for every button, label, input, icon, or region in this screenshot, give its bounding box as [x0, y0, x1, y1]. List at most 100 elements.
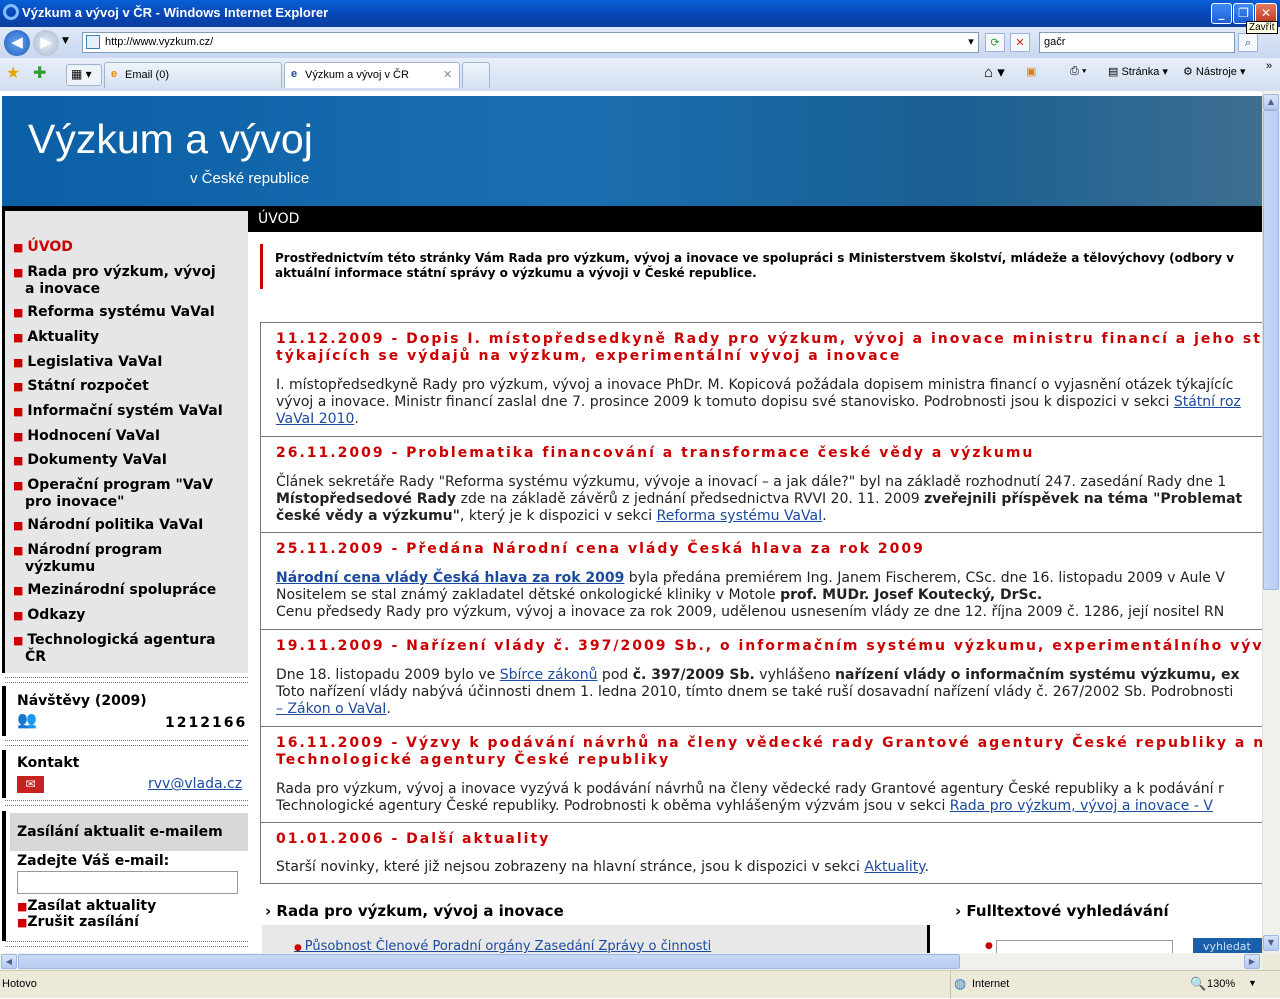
zoom-dropdown-icon[interactable]: ▼	[1248, 978, 1257, 988]
home-icon[interactable]: ⌂ ▾	[984, 63, 1005, 81]
news-link[interactable]: Rada pro výzkum, vývoj a inovace - V	[950, 798, 1213, 814]
address-dropdown-icon[interactable]: ▾	[961, 33, 981, 52]
news-link[interactable]: Sbírce zákonů	[500, 667, 598, 683]
tab-vyzkum[interactable]: e Výzkum a vývoj v ČR ✕	[284, 62, 460, 88]
page-icon	[86, 35, 100, 49]
scroll-down-icon[interactable]: ▼	[1263, 935, 1279, 951]
nav-item-operacni-program[interactable]: ■ Operační program "VaV pro inovace"	[13, 477, 213, 511]
zoom-level[interactable]: 130%	[1207, 978, 1235, 990]
search-input[interactable]: gačr	[1039, 32, 1235, 53]
fulltext-search-button[interactable]: vyhledat	[1193, 938, 1262, 953]
rada-links-label: Působnost Členové Poradní orgány Zasedán…	[304, 939, 712, 954]
nav-item-reforma[interactable]: ■ Reforma systému VaVaI	[13, 304, 215, 321]
nav-item-rozpocet[interactable]: ■ Státní rozpočet	[13, 378, 149, 395]
minimize-button[interactable]: _	[1211, 3, 1232, 24]
nav-label: Národní politika VaVaI	[27, 517, 204, 533]
divider	[5, 941, 248, 947]
nav-item-hodnoceni[interactable]: ■ Hodnocení VaVaI	[13, 428, 160, 445]
news-item: 25.11.2009 - Předána Národní cena vlády …	[261, 532, 1262, 628]
news-title[interactable]: 26.11.2009 - Problematika financování a …	[276, 445, 1034, 462]
news-title-line: Technologické agentury České republiky	[276, 752, 671, 768]
favorites-star-icon[interactable]: ★	[6, 63, 20, 82]
news-text: nařízení vlády o informačním systému výz…	[835, 667, 1240, 683]
new-tab-button[interactable]	[462, 62, 490, 88]
page-menu[interactable]: ▤ Stránka ▾	[1108, 65, 1168, 78]
back-button[interactable]: ◀	[4, 30, 30, 56]
left-navigation: ■ ÚVOD ■ Rada pro výzkum, vývoj a inovace ■…	[2, 211, 248, 673]
chevron-more-icon[interactable]: »	[1266, 60, 1272, 72]
visits-count: 1212166	[165, 715, 248, 731]
nav-item-mezinarodni[interactable]: ■ Mezinárodní spolupráce	[13, 582, 216, 599]
nav-item-dokumenty[interactable]: ■ Dokumenty VaVaI	[13, 452, 167, 469]
tools-menu[interactable]: ⚙ Nástroje ▾	[1183, 65, 1245, 78]
site-banner: Výzkum a vývoj v České republice	[2, 96, 1262, 206]
news-title[interactable]: 16.11.2009 - Výzvy k podávání návrhů na …	[276, 735, 1265, 769]
tab-page-icon: e	[111, 68, 118, 80]
history-dropdown-icon[interactable]: ▼	[62, 36, 69, 46]
news-link[interactable]: Státní roz	[1174, 394, 1241, 410]
search-icon[interactable]: ⌕	[1238, 33, 1258, 52]
address-input[interactable]: http://www.vyzkum.cz/	[82, 32, 979, 53]
add-favorite-icon[interactable]: ✚	[33, 63, 46, 82]
nav-label: pro inovace"	[25, 494, 125, 510]
news-title[interactable]: 11.12.2009 - Dopis I. místopředsedkyně R…	[276, 331, 1273, 365]
news-link[interactable]: Reforma systému VaVaI	[657, 508, 823, 524]
scroll-right-icon[interactable]: ▶	[1244, 954, 1260, 969]
status-bar: Hotovo ◍ Internet 🔍 130% ▼	[0, 970, 1280, 999]
news-title[interactable]: 19.11.2009 - Nařízení vlády č. 397/2009 …	[276, 638, 1264, 655]
feeds-icon[interactable]: ▣	[1026, 65, 1036, 78]
visits-label: Návštěvy (2009)	[17, 693, 147, 709]
nav-label: Mezinárodní spolupráce	[27, 582, 217, 598]
news-link[interactable]: – Zákon o VaVaI	[276, 701, 386, 717]
subscribe-link[interactable]: ■Zasílat aktuality	[17, 898, 156, 914]
scroll-left-icon[interactable]: ◀	[1, 954, 17, 969]
unsubscribe-link[interactable]: ■Zrušit zasílání	[17, 914, 139, 930]
page-menu-label: Stránka	[1121, 66, 1160, 78]
contact-email-link[interactable]: rvv@vlada.cz	[148, 776, 242, 792]
nav-item-narodni-program[interactable]: ■ Národní program výzkumu	[13, 542, 162, 576]
scroll-up-icon[interactable]: ▲	[1263, 94, 1279, 110]
news-link[interactable]: VaVaI 2010	[276, 411, 354, 427]
quick-tabs-icon[interactable]: ▦ ▾	[66, 64, 102, 86]
site-title: Výzkum a vývoj	[28, 116, 313, 162]
tab-label: Email (0)	[125, 69, 170, 81]
refresh-icon[interactable]: ⟳	[985, 33, 1005, 52]
nav-item-informacni-system[interactable]: ■ Informační systém VaVaI	[13, 403, 223, 420]
tab-close-icon[interactable]: ✕	[443, 68, 452, 81]
nav-label: Hodnocení VaVaI	[27, 428, 161, 444]
news-link[interactable]: Aktuality	[864, 859, 924, 875]
nav-item-odkazy[interactable]: ■ Odkazy	[13, 607, 85, 624]
nav-label: Technologická agentura	[27, 632, 216, 648]
nav-item-narodni-politika[interactable]: ■ Národní politika VaVaI	[13, 517, 203, 534]
horizontal-scroll-thumb[interactable]	[18, 954, 960, 969]
unsubscribe-label: Zrušit zasílání	[27, 914, 139, 930]
fulltext-section-title: › Fulltextové vyhledávání	[955, 902, 1169, 920]
fulltext-input[interactable]	[996, 940, 1173, 953]
site-subtitle: v České republice	[190, 170, 310, 187]
news-title[interactable]: 01.01.2006 - Další aktuality	[276, 831, 550, 848]
news-title[interactable]: 25.11.2009 - Předána Národní cena vlády …	[276, 541, 925, 558]
nav-item-legislativa[interactable]: ■ Legislativa VaVaI	[13, 354, 162, 371]
zoom-icon[interactable]: 🔍	[1190, 976, 1206, 992]
vertical-scroll-thumb[interactable]	[1263, 110, 1279, 590]
contact-label: Kontakt	[17, 755, 80, 771]
divider	[5, 740, 248, 746]
mail-icon: ✉	[17, 776, 44, 793]
stop-icon[interactable]: ✕	[1010, 33, 1030, 52]
news-text: Článek sekretáře Rady "Reforma systému v…	[276, 474, 1227, 490]
nav-item-technologicka-agentura[interactable]: ■ Technologická agentura ČR	[13, 632, 216, 666]
print-icon[interactable]: ⎙ ▾	[1070, 65, 1086, 78]
news-link[interactable]: Národní cena vlády Česká hlava za rok 20…	[276, 570, 624, 586]
divider	[2, 811, 6, 941]
rada-links[interactable]: ● Působnost Členové Poradní orgány Zased…	[294, 939, 711, 954]
section-title: ÚVOD	[248, 208, 1262, 232]
forward-button[interactable]: ▶	[33, 30, 59, 56]
tab-label: Výzkum a vývoj v ČR	[305, 69, 409, 81]
news-text: byla předána premiérem Ing. Janem Fische…	[624, 570, 1225, 586]
email-input[interactable]	[17, 871, 238, 894]
nav-item-aktuality[interactable]: ■ Aktuality	[13, 329, 99, 346]
tab-email[interactable]: e Email (0)	[104, 62, 282, 88]
nav-item-uvod[interactable]: ■ ÚVOD	[13, 239, 73, 256]
bullet-icon: ●	[985, 941, 993, 951]
nav-item-rada[interactable]: ■ Rada pro výzkum, vývoj a inovace	[13, 264, 216, 298]
